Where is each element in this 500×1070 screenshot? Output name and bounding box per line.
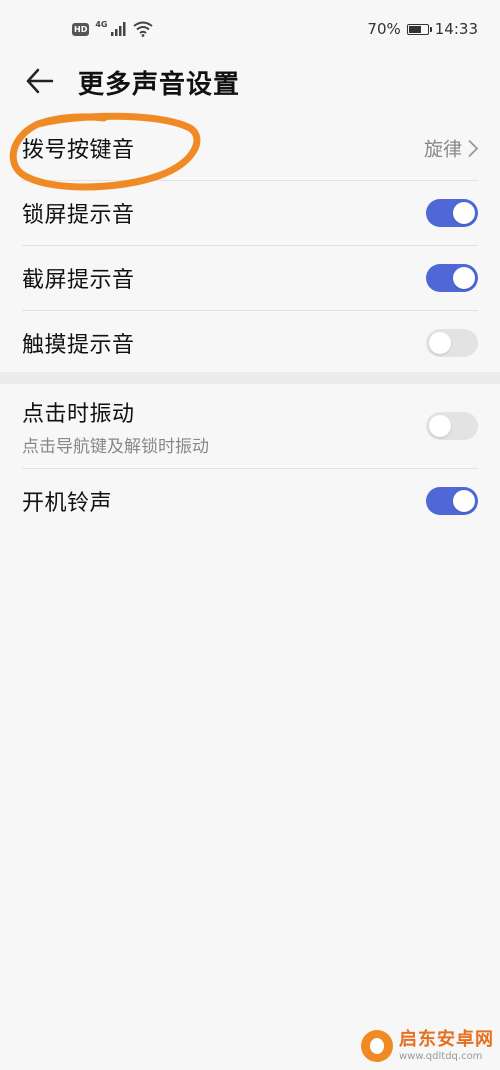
watermark-title: 启东安卓网	[399, 1028, 494, 1050]
row-text: 锁屏提示音	[22, 197, 135, 229]
row-startup-ringtone: 开机铃声	[22, 469, 478, 533]
row-touch-sound: 触摸提示音	[22, 311, 478, 375]
toggle-knob	[453, 202, 475, 224]
header: 更多声音设置	[0, 58, 500, 108]
screenshot-sound-toggle[interactable]	[426, 264, 478, 292]
chevron-right-icon	[468, 139, 478, 157]
watermark-logo-icon	[361, 1030, 393, 1062]
watermark-url: www.qdltdq.com	[399, 1050, 483, 1062]
value-text: 旋律	[423, 138, 462, 161]
status-left: HD 4G	[72, 19, 154, 37]
watermark: 启东安卓网 www.qdltdq.com	[361, 1030, 494, 1062]
battery-icon	[406, 23, 432, 35]
row-value: 旋律	[424, 135, 478, 162]
toggle-knob	[429, 332, 451, 354]
arrow-left-icon[interactable]	[24, 66, 54, 96]
signal-icon	[111, 22, 126, 36]
wifi-icon	[133, 21, 154, 37]
vibrate-on-tap-toggle[interactable]	[426, 412, 478, 440]
toggle-knob	[453, 267, 475, 289]
row-text: 截屏提示音	[22, 262, 135, 294]
status-right: 70% 14:33	[367, 20, 478, 38]
row-vibrate-on-tap: 点击时振动 点击导航键及解锁时振动	[22, 384, 478, 469]
row-label: 开机铃声	[22, 491, 113, 516]
status-bar: HD 4G 70% 14:33	[0, 0, 500, 58]
clock: 14:33	[434, 20, 478, 38]
row-label: 截屏提示音	[22, 268, 135, 293]
touch-sound-toggle[interactable]	[426, 329, 478, 357]
row-text: 点击时振动 点击导航键及解锁时振动	[22, 396, 209, 457]
row-label: 拨号按键音	[22, 138, 135, 163]
row-text: 拨号按键音	[22, 132, 135, 164]
network-type: 4G	[95, 19, 108, 29]
row-text: 开机铃声	[22, 485, 112, 517]
toggle-knob	[453, 490, 475, 512]
row-sublabel: 点击导航键及解锁时振动	[22, 436, 209, 457]
row-screenshot-sound: 截屏提示音	[22, 246, 478, 311]
group-separator	[0, 372, 500, 384]
toggle-knob	[429, 415, 451, 437]
watermark-text: 启东安卓网 www.qdltdq.com	[399, 1028, 494, 1062]
row-label: 点击时振动	[22, 401, 135, 427]
lock-screen-sound-toggle[interactable]	[426, 199, 478, 227]
row-lock-screen-sound: 锁屏提示音	[22, 181, 478, 246]
hd-badge: HD	[72, 22, 90, 36]
battery-percent: 70%	[367, 20, 401, 38]
settings-group-sounds: 拨号按键音 旋律 锁屏提示音 截屏提示音 触摸提示音	[0, 116, 500, 375]
row-label: 锁屏提示音	[22, 203, 135, 228]
row-label: 触摸提示音	[22, 333, 135, 358]
settings-group-vibration: 点击时振动 点击导航键及解锁时振动 开机铃声	[0, 384, 500, 533]
row-text: 触摸提示音	[22, 327, 135, 359]
page-title: 更多声音设置	[78, 70, 241, 100]
startup-ringtone-toggle[interactable]	[426, 487, 478, 515]
battery-fill	[408, 25, 421, 33]
row-dial-pad-tone[interactable]: 拨号按键音 旋律	[22, 116, 478, 181]
